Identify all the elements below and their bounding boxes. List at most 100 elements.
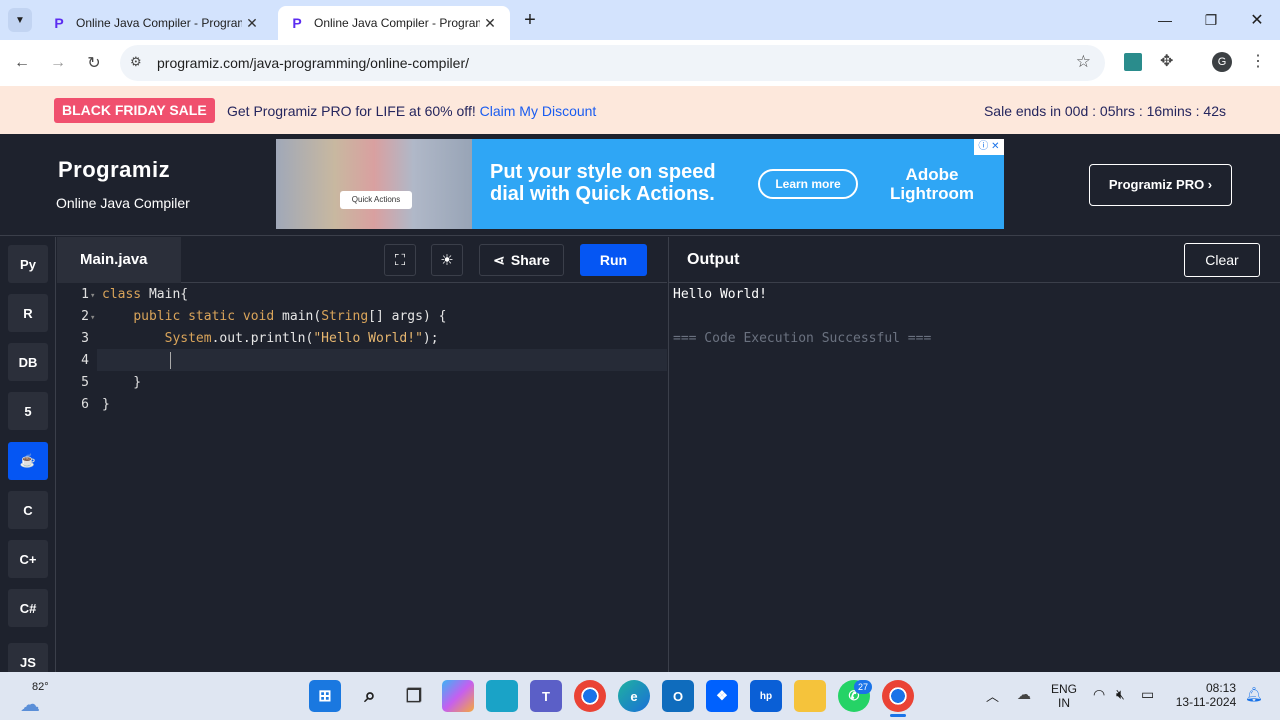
weather-widget[interactable]: 82° ☁ — [18, 678, 58, 716]
output-panel: Hello World! === Code Execution Successf… — [668, 283, 1280, 672]
edge-icon[interactable]: e — [618, 680, 650, 712]
lang-top: ENG — [1050, 682, 1077, 696]
programiz-favicon-icon: P — [54, 15, 64, 31]
code-line: } — [102, 397, 110, 412]
file-tab[interactable]: Main.java — [57, 237, 181, 283]
desktop-app-icon[interactable] — [486, 680, 518, 712]
line-number: 2 — [81, 309, 89, 324]
quick-actions-chip: Quick Actions — [340, 191, 412, 209]
minimize-window-button[interactable]: — — [1142, 0, 1188, 40]
python-icon[interactable]: Py — [8, 245, 48, 283]
back-arrow-icon[interactable]: ← — [7, 48, 37, 78]
close-window-button[interactable]: ✕ — [1234, 0, 1280, 40]
run-button[interactable]: Run — [580, 244, 647, 276]
close-tab-icon[interactable]: ✕ — [242, 15, 262, 32]
browser-toolbar: ← → ↻ ⚙ programiz.com/java-programming/o… — [0, 40, 1280, 86]
reload-icon[interactable]: ↻ — [79, 48, 109, 78]
teams-icon[interactable]: T — [530, 680, 562, 712]
ad-learn-more-button[interactable]: Learn more — [758, 169, 858, 199]
profile-avatar[interactable]: G — [1212, 52, 1232, 72]
extension-icon[interactable] — [1124, 53, 1142, 71]
url-text[interactable]: programiz.com/java-programming/online-co… — [157, 55, 469, 71]
output-line: Hello World! — [673, 287, 767, 302]
theme-toggle-icon[interactable]: ☀ — [431, 244, 463, 276]
sale-timer: Sale ends in 00d : 05hrs : 16mins : 42s — [983, 103, 1226, 119]
cloud-icon: ☁ — [20, 694, 40, 716]
myhp-icon[interactable]: hp — [750, 680, 782, 712]
claim-discount-link[interactable]: Claim My Discount — [480, 103, 597, 119]
volume-muted-icon[interactable]: 🔇︎ — [1116, 686, 1125, 703]
code-line: class Main{ — [102, 287, 189, 302]
cpp-icon[interactable]: C+ — [8, 540, 48, 578]
clock[interactable]: 08:13 13-11-2024 — [1168, 681, 1244, 709]
output-toolbar: Output Clear — [668, 237, 1280, 283]
close-tab-icon[interactable]: ✕ — [480, 15, 500, 32]
share-button[interactable]: ⋖ Share — [479, 244, 564, 276]
code-line: public static void main(String[] args) { — [133, 309, 447, 324]
show-hidden-icons-chevron[interactable]: ︿ — [986, 686, 999, 705]
fullscreen-icon[interactable]: ⛶ — [384, 244, 416, 276]
task-view-icon[interactable]: ❐ — [398, 680, 430, 712]
battery-icon[interactable]: ▭ — [1141, 686, 1154, 703]
chrome-menu-icon[interactable]: ⋮ — [1250, 51, 1266, 71]
clear-button[interactable]: Clear — [1184, 243, 1260, 277]
text-cursor — [170, 352, 171, 369]
site-info-icon[interactable]: ⚙ — [130, 54, 142, 70]
ad-close-icon[interactable]: ⓘ ✕ — [974, 139, 1004, 155]
browser-tab-inactive[interactable]: P Online Java Compiler - Program ✕ — [40, 6, 272, 40]
start-icon[interactable]: ⊞ — [309, 680, 341, 712]
onedrive-icon[interactable]: ☁ — [1017, 686, 1031, 703]
bookmark-star-icon[interactable]: ☆ — [1076, 52, 1091, 72]
csharp-icon[interactable]: C# — [8, 589, 48, 627]
ad-headline: Put your style on speed dial with Quick … — [490, 161, 716, 205]
sale-badge: BLACK FRIDAY SALE — [54, 98, 215, 123]
search-icon[interactable]: ⌕ — [354, 680, 386, 712]
tab-search-button[interactable]: ▼ — [8, 8, 32, 32]
clock-date: 13-11-2024 — [1175, 695, 1237, 709]
advertisement-banner[interactable]: Quick Actions Put your style on speed di… — [276, 139, 1004, 229]
c-icon[interactable]: C — [8, 491, 48, 529]
chrome-icon[interactable] — [574, 680, 606, 712]
programiz-logo[interactable]: Programiz — [58, 157, 170, 183]
browser-tab-active[interactable]: P Online Java Compiler - Program ✕ — [278, 6, 510, 40]
copilot-icon[interactable] — [442, 680, 474, 712]
address-bar[interactable]: ⚙ programiz.com/java-programming/online-… — [120, 45, 1105, 81]
fold-arrow-icon[interactable]: ▾ — [90, 291, 95, 301]
wifi-icon[interactable]: ◠ — [1093, 686, 1105, 703]
promo-text: Get Programiz PRO for LIFE at 60% off! — [227, 103, 476, 119]
lang-bottom: IN — [1058, 696, 1070, 710]
extensions-puzzle-icon[interactable]: ✥ — [1160, 51, 1173, 71]
language-sidebar: Py R DB 5 ☕ C C+ C# JS — [0, 237, 56, 681]
programiz-pro-button[interactable]: Programiz PRO › — [1089, 164, 1232, 206]
site-header: Programiz Online Java Compiler Quick Act… — [0, 134, 1280, 236]
new-tab-button[interactable]: + — [518, 8, 542, 32]
active-line-highlight — [97, 349, 667, 371]
file-explorer-icon[interactable] — [794, 680, 826, 712]
restore-window-button[interactable]: ❐ — [1188, 0, 1234, 40]
java-icon[interactable]: ☕ — [8, 442, 48, 480]
page-title: Online Java Compiler — [56, 195, 190, 211]
sql-icon[interactable]: DB — [8, 343, 48, 381]
line-number: 5 — [81, 375, 89, 390]
outlook-icon[interactable]: O — [662, 680, 694, 712]
fold-arrow-icon[interactable]: ▾ — [90, 313, 95, 323]
forward-arrow-icon[interactable]: → — [43, 48, 73, 78]
active-app-indicator — [890, 714, 906, 717]
output-title: Output — [687, 251, 740, 268]
promo-banner: BLACK FRIDAY SALE Get Programiz PRO for … — [0, 86, 1280, 134]
editor-toolbar: Main.java ⛶ ☀ ⋖ Share Run — [57, 237, 667, 283]
line-number: 1 — [81, 287, 89, 302]
dropbox-icon[interactable]: ❖ — [706, 680, 738, 712]
ad-image: Quick Actions — [276, 139, 472, 229]
clock-time: 08:13 — [1205, 681, 1236, 695]
line-number: 4 — [81, 353, 89, 368]
chrome-active-icon[interactable] — [882, 680, 914, 712]
code-line: System.out.println("Hello World!"); — [164, 331, 439, 346]
input-language[interactable]: ENG IN — [1046, 682, 1082, 710]
notification-bell-icon[interactable]: 🔔︎ — [1245, 686, 1263, 703]
code-line: } — [102, 375, 142, 390]
html5-icon[interactable]: 5 — [8, 392, 48, 430]
whatsapp-badge: 27 — [854, 680, 872, 694]
r-icon[interactable]: R — [8, 294, 48, 332]
code-editor[interactable]: 1 2 3 4 5 6 ▾ ▾ class Main{ public stati… — [57, 283, 667, 672]
